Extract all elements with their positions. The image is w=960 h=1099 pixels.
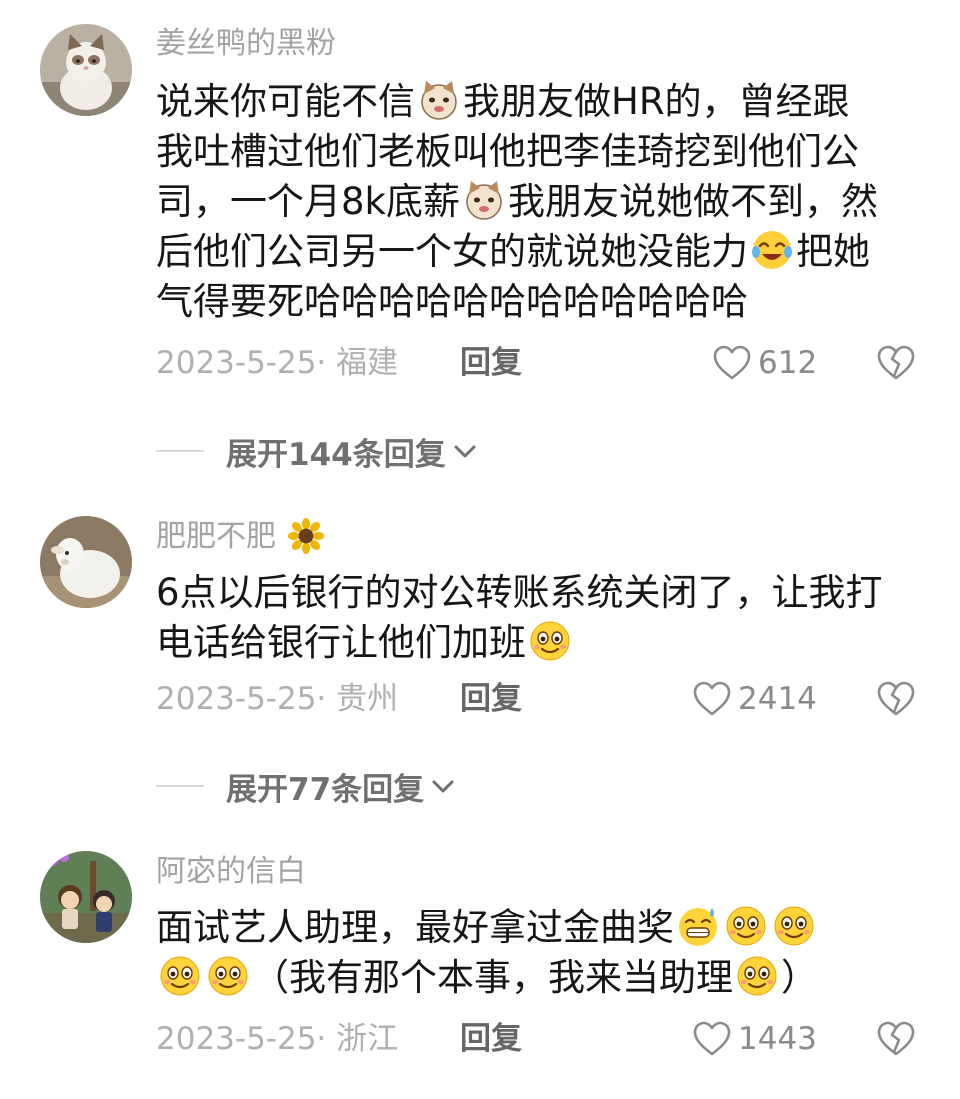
divider [156, 785, 204, 787]
username[interactable]: 肥肥不肥 [156, 518, 326, 555]
comment-text-segment: 说来你可能不信 [156, 80, 415, 123]
comment-text-line: 电话给银行让他们加班 [156, 618, 936, 668]
avatar[interactable] [40, 851, 132, 943]
like-button[interactable]: 2414 [692, 678, 817, 720]
chevron-down-icon [454, 445, 476, 458]
expand-replies[interactable]: 展开77条回复 [156, 765, 458, 808]
smile-emoji [774, 906, 814, 946]
comment-text-segment: 把她 [796, 230, 870, 273]
comment-list: 姜丝鸭的黑粉 说来你可能不信 我朋友做HR的，曾经跟我吐槽过他们老板叫他把李佳琦挖… [0, 0, 960, 1099]
username[interactable]: 姜丝鸭的黑粉 [156, 26, 336, 62]
avatar[interactable] [40, 516, 132, 608]
comment-text-segment: 面试艺人助理，最好拿过金曲奖 [156, 906, 674, 949]
cat-avatar-image [40, 24, 132, 116]
comment-text-line: 6点以后银行的对公转账系统关闭了，让我打 [156, 568, 936, 618]
like-count: 1443 [738, 1021, 817, 1057]
comment-text: 面试艺人助理，最好拿过金曲奖 （我有那个本事，我来当助理 ） [156, 903, 936, 1003]
like-count: 612 [758, 345, 818, 381]
laugh-cry-emoji [752, 231, 792, 269]
comment-text-segment: 我吐槽过他们老板叫他把李佳琦挖到他们公 [156, 130, 859, 173]
sheep-avatar-image [40, 516, 132, 608]
comment-text-segment: 后他们公司另一个女的就说她没能力 [156, 230, 748, 273]
comment-text-line: 后他们公司另一个女的就说她没能力 把她 [156, 227, 936, 277]
comment-text-line: 说来你可能不信 我朋友做HR的，曾经跟 [156, 77, 936, 127]
comment-text: 6点以后银行的对公转账系统关闭了，让我打 电话给银行让他们加班 [156, 568, 936, 668]
comment-text-segment: 6点以后银行的对公转账系统关闭了，让我打 [156, 571, 883, 614]
avatar[interactable] [40, 24, 132, 116]
comment-date-location: 2023-5-25· 福建 [156, 345, 399, 381]
reply-button[interactable]: 回复 [460, 678, 522, 720]
comment-text-segment: 司，一个月8k底薪 [156, 180, 460, 223]
like-button[interactable]: 612 [712, 342, 817, 384]
expand-replies-label: 展开77条回复 [226, 771, 425, 808]
username[interactable]: 阿宓的信白 [156, 854, 306, 890]
comment-text-line: 司，一个月8k底薪 我朋友说她做不到，然 [156, 177, 936, 227]
cartoon-couple-avatar-image [40, 851, 132, 943]
broken-heart-icon[interactable] [876, 342, 916, 382]
cat-emoji [421, 81, 457, 120]
reply-button[interactable]: 回复 [460, 342, 522, 384]
broken-heart-icon[interactable] [876, 678, 916, 718]
username-text: 肥肥不肥 [156, 519, 276, 554]
divider [156, 450, 204, 452]
smile-emoji [737, 956, 777, 996]
comment-text: 说来你可能不信 我朋友做HR的，曾经跟我吐槽过他们老板叫他把李佳琦挖到他们公 司，一… [156, 77, 936, 327]
cat-emoji [466, 181, 502, 220]
chevron-down-icon [432, 780, 454, 793]
comment-text-line: （我有那个本事，我来当助理 ） [156, 953, 936, 1003]
comment-text-segment: 我朋友说她做不到，然 [507, 180, 878, 223]
comment-date-location: 2023-5-25· 贵州 [156, 681, 399, 717]
grin-sweat-emoji [679, 908, 717, 946]
smile-emoji [726, 906, 766, 946]
expand-replies[interactable]: 展开144条回复 [156, 430, 480, 473]
heart-outline-icon [693, 681, 731, 716]
comment-text-segment: 气得要死哈哈哈哈哈哈哈哈哈哈哈哈 [156, 280, 748, 323]
expand-replies-label: 展开144条回复 [226, 436, 446, 473]
comment-text-line: 面试艺人助理，最好拿过金曲奖 [156, 903, 936, 953]
heart-outline-icon [693, 1021, 731, 1056]
comment-text-segment: 电话给银行让他们加班 [156, 621, 526, 664]
sunflower-icon [287, 518, 324, 554]
comment-date-location: 2023-5-25· 浙江 [156, 1021, 399, 1057]
like-button[interactable]: 1443 [692, 1018, 817, 1060]
like-count: 2414 [738, 681, 817, 717]
smile-emoji [160, 956, 200, 996]
comment-text-line: 气得要死哈哈哈哈哈哈哈哈哈哈哈哈 [156, 277, 936, 327]
comment-text-segment: （我有那个本事，我来当助理 [252, 956, 733, 999]
comment-text-line: 我吐槽过他们老板叫他把李佳琦挖到他们公 [156, 127, 936, 177]
comment-text-segment: 我朋友做HR的，曾经跟 [463, 80, 850, 123]
smile-emoji [530, 621, 570, 661]
broken-heart-icon[interactable] [876, 1018, 916, 1058]
heart-outline-icon [713, 345, 751, 380]
reply-button[interactable]: 回复 [460, 1018, 522, 1060]
comment-text-segment: ） [781, 956, 818, 999]
smile-emoji [208, 956, 248, 996]
